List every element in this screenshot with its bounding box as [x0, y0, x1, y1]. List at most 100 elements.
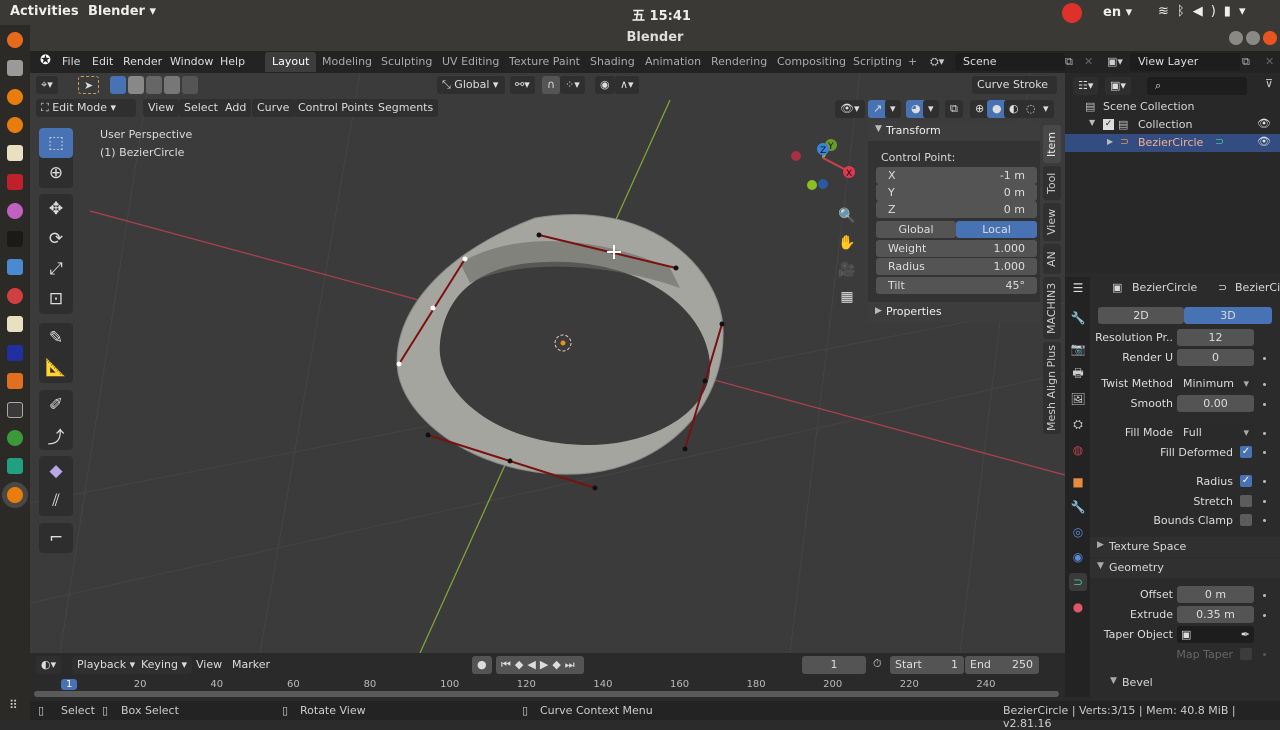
marker-menu[interactable]: Marker	[227, 656, 275, 674]
chrome-icon[interactable]	[7, 430, 23, 446]
keying-menu[interactable]: Keying ▾	[136, 656, 192, 674]
tab-shading[interactable]: Shading	[583, 52, 642, 72]
field-x[interactable]: X -1 m	[876, 167, 1037, 184]
current-frame-marker[interactable]: 1	[61, 679, 78, 690]
world-properties-icon[interactable]: ◍	[1069, 441, 1087, 459]
fill-deformed-checkbox[interactable]: ✓	[1240, 446, 1252, 458]
keyframe-dot[interactable]	[1263, 383, 1266, 386]
menu-add[interactable]: Add	[220, 99, 252, 117]
menu-select[interactable]: Select	[179, 99, 223, 117]
text-editor-icon[interactable]	[7, 316, 23, 332]
editor-type-icon[interactable]: ⌖▾	[36, 76, 58, 94]
radius-checkbox[interactable]: ✓	[1240, 475, 1252, 487]
local-toggle[interactable]: Local	[956, 221, 1037, 238]
playback-menu[interactable]: Playback ▾	[72, 656, 141, 674]
cursor-tool-icon[interactable]: ⊕	[39, 158, 73, 188]
radius-tool-icon[interactable]: ◆	[39, 456, 73, 486]
snap-target-icon[interactable]: ⁘▾	[560, 76, 585, 94]
language-selector[interactable]: en ▾	[1103, 5, 1132, 20]
expand-arrow-icon[interactable]: ▶	[1107, 137, 1113, 146]
field-z[interactable]: Z0 m	[876, 201, 1037, 218]
tab-sculpting[interactable]: Sculpting	[374, 52, 439, 72]
keyframe-dot[interactable]	[1263, 594, 1266, 597]
select-box-tool-icon[interactable]: ⬚	[39, 128, 73, 158]
bevel-panel-header[interactable]: ▼ Bevel	[1100, 673, 1275, 693]
add-workspace-button[interactable]: +	[908, 55, 917, 68]
firefox-icon[interactable]	[7, 32, 23, 48]
offset-field[interactable]: 0 m	[1177, 586, 1254, 603]
zoom-view-icon[interactable]: 🔍	[835, 203, 859, 230]
render-u-field[interactable]: 0	[1177, 349, 1254, 366]
keyframe-dot[interactable]	[1263, 432, 1266, 435]
scene-selector-icon[interactable]: ⛭▾	[930, 55, 944, 69]
sidebar-tab-tool[interactable]: Tool	[1043, 166, 1061, 200]
gizmo-dropdown-icon[interactable]: ▾	[885, 100, 901, 118]
menu-curve[interactable]: Curve	[252, 99, 295, 117]
select-mode-invert-icon[interactable]	[164, 76, 180, 94]
move-tool-icon[interactable]: ✥	[39, 194, 73, 224]
record-button[interactable]: ●	[472, 656, 492, 674]
extrude-field[interactable]: 0.35 m	[1177, 606, 1254, 623]
keyframe-dot[interactable]	[1263, 403, 1266, 406]
new-view-layer-icon[interactable]: ⧉	[1242, 55, 1250, 69]
measure-tool-icon[interactable]: 📐	[39, 353, 73, 383]
current-frame-field[interactable]: 1	[802, 656, 866, 674]
maximize-button[interactable]	[1246, 31, 1260, 45]
keyframe-dot[interactable]	[1263, 451, 1266, 454]
app-icon[interactable]	[7, 373, 23, 389]
tab-rendering[interactable]: Rendering	[704, 52, 774, 72]
sidebar-tab-machin3[interactable]: MACHIN3	[1043, 277, 1061, 339]
blender-active-icon[interactable]	[7, 487, 23, 503]
scale-tool-icon[interactable]: ⤢	[39, 254, 73, 284]
files-icon[interactable]	[7, 60, 23, 76]
view-layer-field[interactable]: View Layer	[1130, 53, 1240, 71]
menu-view[interactable]: View	[143, 99, 180, 117]
timeline-scrollbar[interactable]	[34, 691, 1059, 697]
mug-app-icon[interactable]	[7, 458, 23, 474]
outliner-display-mode-icon[interactable]: ☷▾	[1073, 77, 1099, 95]
material-properties-icon[interactable]: ●	[1069, 598, 1087, 616]
expand-arrow-icon[interactable]: ▼	[1089, 118, 1095, 127]
sidebar-tab-an[interactable]: AN	[1043, 244, 1061, 274]
blender-icon[interactable]	[7, 89, 23, 105]
view-menu[interactable]: View	[191, 656, 227, 674]
sidebar-tab-view[interactable]: View	[1043, 203, 1061, 241]
record-indicator-icon[interactable]	[1062, 3, 1082, 23]
render-properties-icon[interactable]: 📷	[1069, 340, 1087, 358]
app-menu[interactable]: Blender ▾	[88, 4, 156, 19]
menu-window[interactable]: Window	[170, 55, 213, 68]
tab-modeling[interactable]: Modeling	[315, 52, 379, 72]
visibility-icon[interactable]: 👁▾	[835, 100, 865, 118]
tilt-tool-icon[interactable]: ⫽	[39, 486, 73, 516]
eyedropper-icon[interactable]: ✒	[1241, 626, 1250, 643]
start-frame-field[interactable]: Start 1	[890, 656, 964, 674]
collection-checkbox[interactable]: ✓	[1103, 119, 1114, 130]
menu-segments[interactable]: Segments	[373, 99, 439, 117]
settings-app-icon[interactable]	[7, 174, 23, 190]
expand-icon[interactable]: ▶	[875, 306, 882, 316]
output-properties-icon[interactable]: 🖶	[1069, 365, 1087, 383]
select-mode-subtract-icon[interactable]	[146, 76, 162, 94]
jump-start-icon[interactable]: ⏮	[501, 658, 515, 671]
keyframe-dot[interactable]	[1263, 614, 1266, 617]
keyframe-dot[interactable]	[1263, 480, 1266, 483]
mode-dropdown[interactable]: ⛶ Edit Mode ▾	[36, 99, 136, 117]
menu-help[interactable]: Help	[220, 55, 245, 68]
snap-toggle-icon[interactable]: ∩	[542, 76, 561, 94]
tab-compositing[interactable]: Compositing	[770, 52, 853, 72]
clock[interactable]: 五 15:41	[632, 5, 691, 24]
tab-scripting[interactable]: Scripting	[846, 52, 909, 72]
jump-end-icon[interactable]: ⏭	[565, 658, 579, 671]
view-layer-properties-icon[interactable]: 🖼	[1069, 390, 1087, 408]
outliner-item-collection[interactable]: ▼ ✓ ▤ Collection 👁	[1065, 116, 1280, 134]
toggle-3d[interactable]: 3D	[1184, 307, 1272, 324]
select-mode-new-icon[interactable]	[110, 76, 126, 94]
menu-render[interactable]: Render	[123, 55, 162, 68]
global-toggle[interactable]: Global	[876, 221, 956, 238]
filter-icon[interactable]: ⊽	[1265, 77, 1273, 90]
field-radius[interactable]: Radius 1.000	[876, 258, 1037, 275]
sidebar-tab-mesh-align-plus[interactable]: Mesh Align Plus	[1043, 342, 1061, 434]
outliner-item-beziercircle[interactable]: ▶ ⊃ BezierCircle ⊃ 👁	[1065, 134, 1280, 152]
close-button[interactable]	[1263, 31, 1277, 45]
resolution-preview-field[interactable]: 12	[1177, 329, 1254, 346]
